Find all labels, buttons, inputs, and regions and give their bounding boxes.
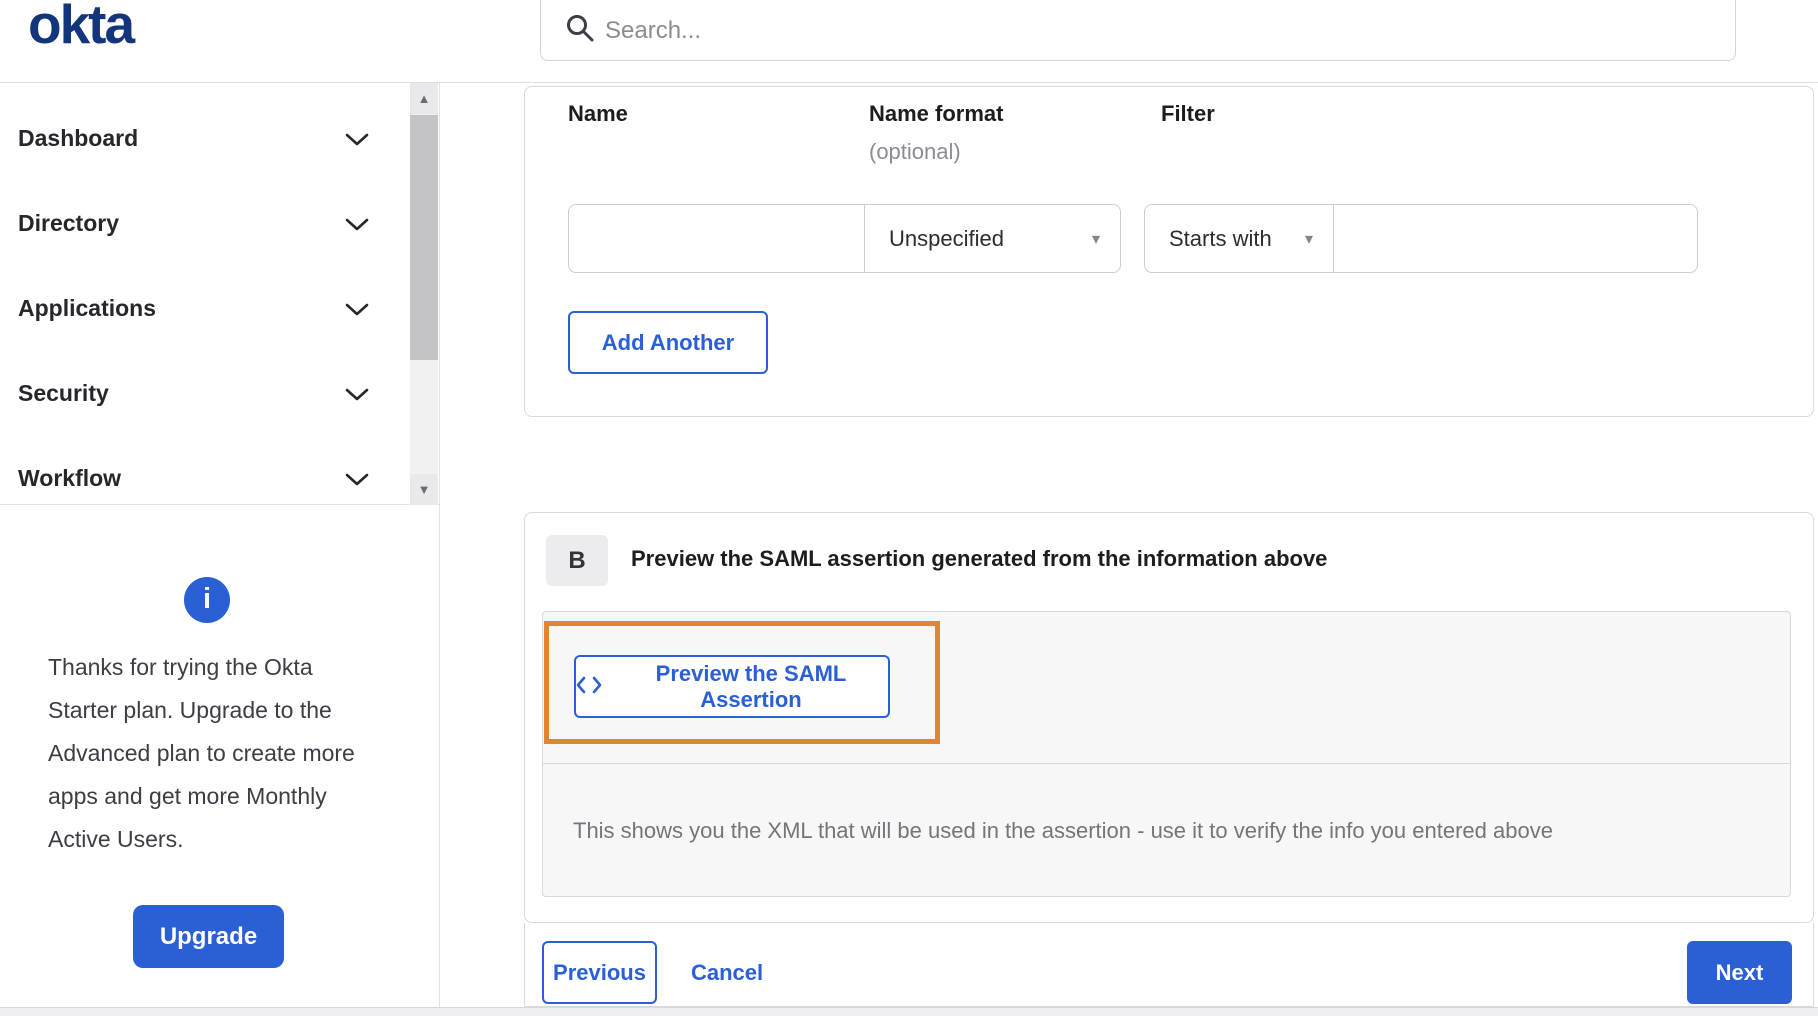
sidebar: Dashboard Directory Applications Securit… [0, 83, 440, 1007]
caret-down-icon: ▾ [1304, 230, 1313, 248]
name-format-select[interactable]: Unspecified ▾ [864, 204, 1121, 273]
okta-logo[interactable]: okta [28, 0, 135, 56]
chevron-down-icon [345, 295, 369, 322]
name-format-value: Unspecified [889, 225, 1004, 251]
sidebar-item-label: Workflow [18, 465, 122, 491]
name-input[interactable] [569, 205, 864, 272]
trial-notice: Thanks for trying the Okta Starter plan.… [48, 654, 355, 852]
wizard-footer: Previous Cancel Next [524, 923, 1814, 1007]
chevron-down-icon [345, 465, 369, 492]
sidebar-item-dashboard[interactable]: Dashboard [0, 96, 439, 181]
preview-panel-top: Preview the SAML Assertion [543, 612, 1790, 764]
filter-type-select[interactable]: Starts with ▾ [1144, 204, 1334, 273]
chevron-down-icon [345, 380, 369, 407]
sidebar-item-workflow[interactable]: Workflow [0, 436, 439, 521]
name-format-hint: (optional) [869, 139, 961, 164]
name-field-wrap [568, 204, 865, 273]
previous-button[interactable]: Previous [542, 941, 657, 1004]
search-icon [565, 13, 595, 48]
preview-saml-button-label: Preview the SAML Assertion [655, 660, 847, 712]
add-another-button[interactable]: Add Another [568, 311, 768, 374]
chevron-down-icon [345, 210, 369, 237]
filter-type-value: Starts with [1169, 225, 1272, 251]
step-b-badge: B [546, 535, 608, 586]
sidebar-item-security[interactable]: Security [0, 351, 439, 436]
next-button[interactable]: Next [1687, 941, 1792, 1004]
scrollbar-thumb[interactable] [410, 115, 438, 360]
bottom-edge-strip [0, 1007, 1818, 1016]
name-format-label: Name format [869, 101, 1004, 126]
cancel-link[interactable]: Cancel [691, 941, 763, 1004]
code-icon [576, 674, 602, 700]
saml-preview-card: B Preview the SAML assertion generated f… [524, 512, 1814, 923]
sidebar-item-applications[interactable]: Applications [0, 266, 439, 351]
caret-down-icon: ▾ [1091, 230, 1100, 248]
sidebar-item-label: Security [18, 380, 109, 406]
sidebar-item-label: Dashboard [18, 125, 139, 151]
filter-value-input[interactable] [1334, 205, 1697, 272]
global-search [540, 0, 1736, 61]
info-icon: i [184, 577, 230, 623]
preview-description: This shows you the XML that will be used… [573, 817, 1553, 843]
preview-saml-button[interactable]: Preview the SAML Assertion [574, 655, 890, 718]
scroll-down-icon[interactable]: ▼ [410, 474, 438, 505]
preview-section-title: Preview the SAML assertion generated fro… [631, 546, 1328, 571]
filter-field-wrap [1333, 204, 1698, 273]
name-label: Name [568, 101, 628, 126]
preview-panel: Preview the SAML Assertion This shows yo… [542, 611, 1791, 897]
sidebar-item-label: Directory [18, 210, 119, 236]
top-header: okta [0, 0, 1818, 83]
upgrade-button[interactable]: Upgrade [133, 905, 284, 968]
sidebar-item-directory[interactable]: Directory [0, 181, 439, 266]
scroll-up-icon[interactable]: ▲ [410, 83, 438, 114]
sidebar-item-label: Applications [18, 295, 157, 321]
filter-label: Filter [1161, 101, 1215, 126]
preview-panel-bottom: This shows you the XML that will be used… [543, 764, 1790, 897]
chevron-down-icon [345, 125, 369, 152]
sidebar-nav: Dashboard Directory Applications Securit… [0, 83, 439, 505]
search-input[interactable] [605, 8, 1605, 54]
attribute-statements-card: Name Name format (optional) Filter Unspe… [524, 86, 1814, 417]
sidebar-scrollbar[interactable]: ▲ ▼ [410, 83, 438, 505]
